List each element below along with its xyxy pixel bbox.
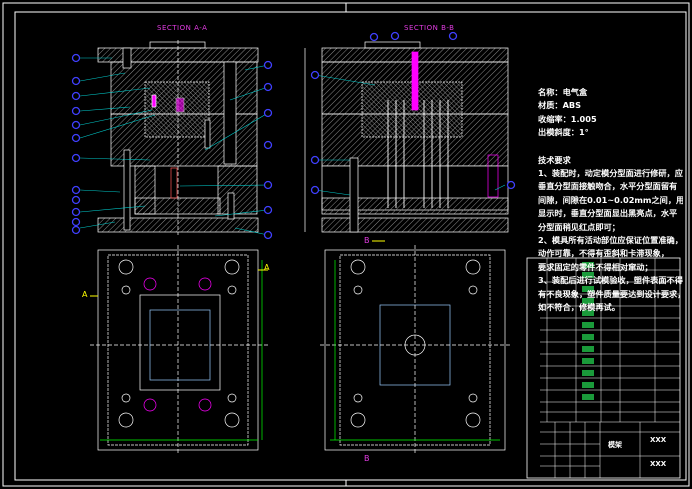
note-line: 如不符合，修模再试。 bbox=[538, 302, 620, 313]
section-b-b-view bbox=[304, 41, 509, 233]
section-a-a-title: SECTION A-A bbox=[157, 24, 208, 32]
drawing-code-1: XXX bbox=[650, 436, 667, 444]
shrinkage-rate: 收缩率：1.005 bbox=[538, 113, 597, 124]
note-line: 3、装配后进行试模验收，塑件表面不得 bbox=[538, 275, 683, 286]
section-b-b-title: SECTION B-B bbox=[404, 24, 455, 32]
note-line: 分型面稍见红点即可； bbox=[538, 221, 620, 232]
drawing-code-2: XXX bbox=[650, 460, 667, 468]
note-line: 显示时，垂直分型面显出黑亮点，水平 bbox=[538, 208, 678, 219]
section-a-a-view bbox=[97, 40, 259, 235]
cad-drawing-canvas[interactable]: SECTION A-A SECTION B-B A A B B 名称：电气盒 材… bbox=[0, 0, 692, 489]
sprue-bushing bbox=[411, 51, 419, 111]
technical-notes: 名称：电气盒 材质：ABS 收缩率：1.005 出模斜度：1° 技术要求 1、装… bbox=[538, 86, 683, 315]
plan-view-moving-half bbox=[320, 245, 510, 455]
note-line: 垂直分型面接触吻合，水平分型面留有 bbox=[538, 181, 678, 192]
cut-label-a-left: A bbox=[82, 290, 88, 299]
note-line: 动作可靠，不得有歪斜和卡滞现象， bbox=[538, 248, 670, 259]
cut-label-b-bottom: B bbox=[364, 454, 370, 463]
note-line: 有不良现象，塑件质量要达到设计要求， bbox=[538, 288, 683, 299]
part-material: 材质：ABS bbox=[538, 100, 582, 111]
note-line: 要求固定的零件不得相对窜动； bbox=[538, 261, 653, 272]
part-name: 名称：电气盒 bbox=[538, 87, 588, 97]
note-line: 1、装配时，动定模分型面进行修研，应使 bbox=[538, 168, 683, 179]
plan-view-fixed-half bbox=[90, 245, 268, 455]
notes-spacer bbox=[538, 140, 683, 154]
draft-angle: 出模斜度：1° bbox=[538, 127, 589, 138]
note-line: 2、模具所有活动部位应保证位置准确， bbox=[538, 235, 683, 246]
cut-label-a-right: A bbox=[264, 263, 270, 272]
note-line: 间隙，间隙在0.01~0.02mm之间，用红丹 bbox=[538, 194, 683, 205]
drawing-name: 模架 bbox=[608, 441, 622, 449]
cut-label-b-top: B bbox=[364, 236, 370, 245]
requirements-heading: 技术要求 bbox=[538, 154, 571, 165]
cut-lines bbox=[90, 240, 385, 297]
